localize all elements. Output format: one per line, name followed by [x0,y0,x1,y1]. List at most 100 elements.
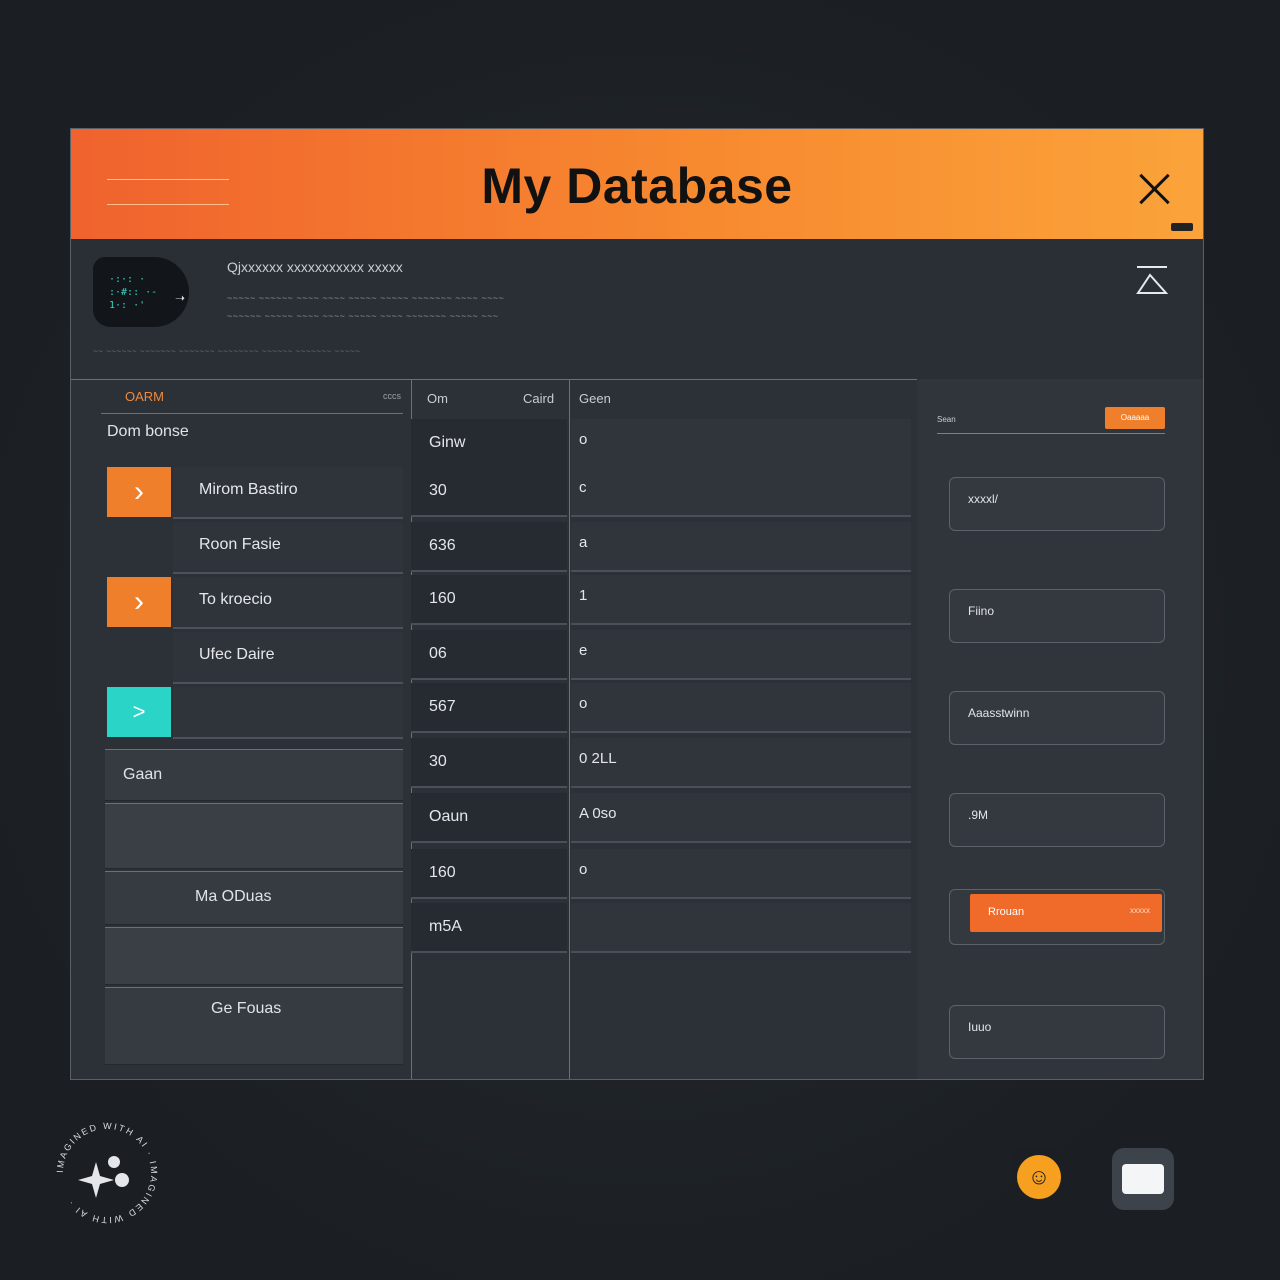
table-cell-value[interactable]: o [571,849,911,899]
cell-text: 567 [429,698,456,715]
cell-text: o [579,695,588,712]
table-cell-value[interactable]: 0 2LL [571,738,911,788]
table-cell-key[interactable]: 30 [411,738,567,788]
imagined-with-ai-watermark: IMAGINED WITH AI · IMAGINED WITH AI · [52,1118,162,1228]
sidebar-item-label: To kroecio [199,591,272,608]
table-cell-key[interactable]: 30 [411,467,567,517]
table-row[interactable]: 30 c [411,467,911,517]
data-table: Om Caird Geen Ginw o 30 c 636 a 160 1 06 e 567 o 30 0… [411,379,918,1079]
cell-text: 160 [429,864,456,881]
cell-text: m5A [429,918,462,935]
form-field[interactable]: Aaasstwinn [949,691,1165,745]
sidebar-card[interactable]: Ma ODuas [105,871,403,925]
table-row[interactable]: Oaun A 0so [411,793,911,843]
table-cell-value[interactable]: c [571,467,911,517]
white-app-icon[interactable] [1112,1148,1174,1210]
database-window: My Database ·:·: · :·#:: ·- 1·: ·' ➝ Qjx… [70,128,1204,1080]
sidebar: OARM cccs Dom bonse › Mirom Bastiro Roon… [71,379,412,1079]
card-label: Ge Fouas [211,1000,282,1017]
table-cell-key[interactable]: Oaun [411,793,567,843]
info-description-line: ~~~~~~ ~~~~~ ~~~~ ~~~~ ~~~~~ ~~~~ ~~~~~~… [227,311,499,321]
table-cell-value[interactable]: a [571,522,911,572]
table-header-cell[interactable]: Om [427,391,448,406]
table-header-cell[interactable]: Caird [523,391,554,406]
sidebar-item-label: Roon Fasie [199,536,281,553]
sidebar-card[interactable]: Ge Fouas [105,987,403,1065]
close-icon[interactable] [1137,171,1173,207]
table-row[interactable]: 567 o [411,683,911,733]
table-cell-value[interactable] [571,903,911,953]
table-cell-key[interactable]: Ginw [411,419,567,469]
table-row[interactable]: Ginw o [411,419,911,469]
cell-text: e [579,642,588,659]
table-cell-key[interactable]: 160 [411,575,567,625]
table-cell-key[interactable]: 567 [411,683,567,733]
cell-text: o [579,861,588,878]
cell-text: c [579,479,587,496]
table-cell-value[interactable]: A 0so [571,793,911,843]
chevron-right-icon[interactable]: › [107,577,171,627]
field-label: Iuuo [968,1020,992,1034]
primary-action-field[interactable]: Rrouan xxxxx [949,889,1165,945]
table-cell-value[interactable]: o [571,683,911,733]
form-field[interactable]: xxxxl/ [949,477,1165,531]
sidebar-item[interactable]: Mirom Bastiro [173,467,403,519]
cell-text: Oaun [429,808,469,825]
table-row[interactable]: 30 0 2LL [411,738,911,788]
resize-handle[interactable] [1171,223,1193,231]
sidebar-item[interactable]: Ufec Daire [173,632,403,684]
primary-action-extra: xxxxx [1130,906,1150,915]
primary-action-button[interactable]: Rrouan xxxxx [970,894,1162,932]
sidebar-item[interactable]: Roon Fasie [173,522,403,574]
info-panel: ·:·: · :·#:: ·- 1·: ·' ➝ Qjxxxxxx xxxxxx… [71,239,1203,380]
table-cell-key[interactable]: 06 [411,630,567,680]
section-label: OARM [125,389,164,404]
cell-text: 160 [429,590,456,607]
table-row[interactable]: 160 1 [411,575,911,625]
title-bar: My Database [71,129,1203,239]
table-cell-key[interactable]: 160 [411,849,567,899]
sidebar-card[interactable] [105,927,403,985]
table-cell-value[interactable]: 1 [571,575,911,625]
section-action[interactable]: cccs [383,391,401,401]
cell-text: a [579,534,588,551]
play-arrow-icon[interactable]: > [107,687,171,737]
search-button[interactable]: Oaaaaa [1105,407,1165,429]
svg-text:IMAGINED WITH AI · IMAGINED WI: IMAGINED WITH AI · IMAGINED WITH AI · [55,1121,159,1225]
table-cell-value[interactable]: e [571,630,911,680]
table-cell-value[interactable]: o [571,419,911,469]
sidebar-title: Dom bonse [107,423,189,440]
field-label: Aaasstwinn [968,706,1030,720]
chevron-right-icon[interactable]: › [107,467,171,517]
table-row[interactable]: 636 a [411,522,911,572]
cell-text: 30 [429,753,447,770]
primary-action-label: Rrouan [988,906,1025,918]
info-description-line: ~~~~~ ~~~~~~ ~~~~ ~~~~ ~~~~~ ~~~~~ ~~~~~… [227,293,505,303]
form-field[interactable]: Iuuo [949,1005,1165,1059]
sidebar-item-label: Mirom Bastiro [199,481,298,498]
collapse-icon[interactable] [1135,263,1169,297]
cell-text: 30 [429,482,447,499]
sidebar-card[interactable]: Gaan [105,749,403,801]
arrow-icon: ➝ [175,291,186,305]
table-header-cell[interactable]: Geen [579,391,611,406]
card-label: Gaan [123,766,163,783]
badge-text: ·:·: · :·#:: ·- 1·: ·' [109,274,158,311]
form-field[interactable]: Fiino [949,589,1165,643]
sidebar-item-label: Ufec Daire [199,646,275,663]
table-row[interactable]: 160 o [411,849,911,899]
table-cell-key[interactable]: m5A [411,903,567,953]
table-row[interactable]: m5A [411,903,911,953]
sidebar-card[interactable] [105,803,403,869]
form-field[interactable]: .9M [949,793,1165,847]
watermark-text: IMAGINED WITH AI · IMAGINED WITH AI · [55,1121,157,1225]
table-cell-key[interactable]: 636 [411,522,567,572]
search-label: Sean [937,415,956,424]
orange-app-icon[interactable]: ☺ [1010,1148,1068,1206]
table-row[interactable]: 06 e [411,630,911,680]
cell-text: o [579,431,588,448]
sidebar-item[interactable] [173,687,403,739]
cell-text: 636 [429,537,456,554]
sidebar-section-header: OARM cccs [101,387,403,414]
sidebar-item[interactable]: To kroecio [173,577,403,629]
